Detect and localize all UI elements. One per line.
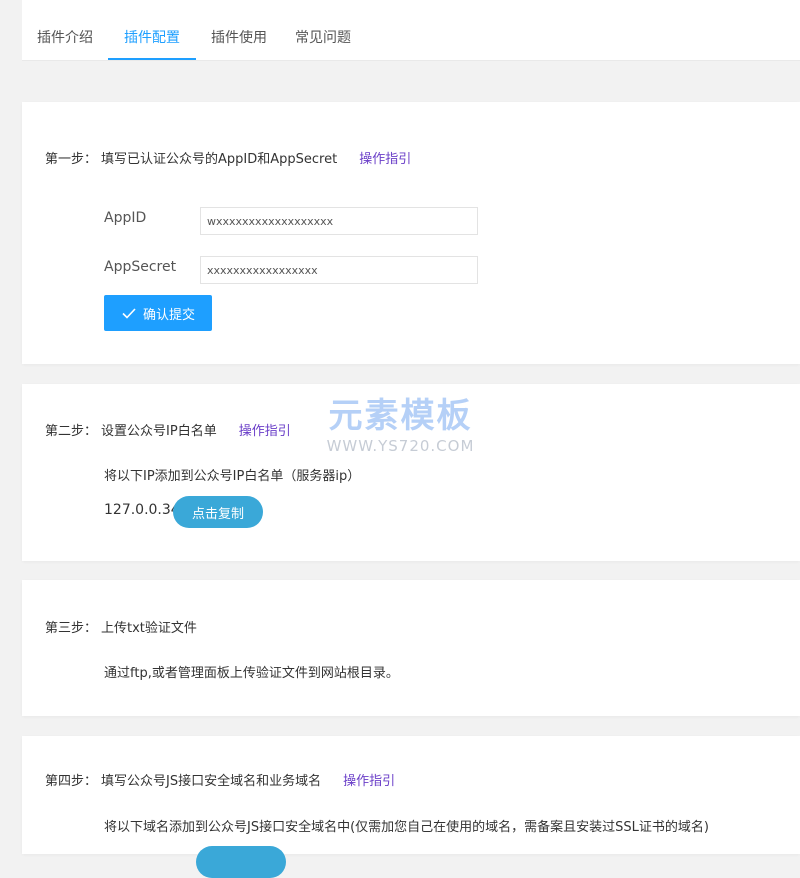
tab-bar: 插件介绍 插件配置 插件使用 常见问题 [22,0,800,61]
step1-heading: 第一步： 填写已认证公众号的AppID和AppSecret 操作指引 [45,148,411,167]
step2-heading: 第二步： 设置公众号IP白名单 操作指引 [45,420,291,439]
step2-label: 第二步： [45,424,98,439]
step1-guide-link[interactable]: 操作指引 [359,152,411,167]
appsecret-label: AppSecret [104,259,177,275]
step4-description: 将以下域名添加到公众号JS接口安全域名中(仅需加您自己在使用的域名，需备案且安装… [104,820,709,835]
tab-plugin-config[interactable]: 插件配置 [108,0,196,60]
step3-heading: 第三步： 上传txt验证文件 [45,617,197,636]
server-ip: 127.0.0.34 [104,502,180,518]
appid-label: AppID [104,210,147,226]
step2-guide-link[interactable]: 操作指引 [239,424,291,439]
appsecret-input[interactable] [200,256,478,284]
copy-ip-button[interactable]: 点击复制 [173,496,263,528]
step1-label: 第一步： [45,152,98,167]
step1-text: 填写已认证公众号的AppID和AppSecret [101,152,338,167]
step4-label: 第四步： [45,774,98,789]
step4-card: 第四步： 填写公众号JS接口安全域名和业务域名 操作指引 将以下域名添加到公众号JS… [22,736,800,878]
tab-plugin-intro[interactable]: 插件介绍 [22,0,108,58]
step3-label: 第三步： [45,621,98,636]
tab-faq[interactable]: 常见问题 [288,0,358,58]
submit-button-label: 确认提交 [142,307,195,323]
step3-text: 上传txt验证文件 [101,621,197,636]
appid-input[interactable] [200,207,478,235]
step4-text: 填写公众号JS接口安全域名和业务域名 [101,774,322,789]
tab-plugin-usage[interactable]: 插件使用 [198,0,280,58]
step4-guide-link[interactable]: 操作指引 [343,774,395,789]
step3-description: 通过ftp,或者管理面板上传验证文件到网站根目录。 [104,666,399,681]
step4-copy-button[interactable] [196,846,286,878]
step2-description: 将以下IP添加到公众号IP白名单（服务器ip） [104,469,361,484]
step2-text: 设置公众号IP白名单 [101,424,217,439]
step3-card: 第三步： 上传txt验证文件 通过ftp,或者管理面板上传验证文件到网站根目录。 [22,580,800,716]
check-icon [122,308,136,319]
step4-heading: 第四步： 填写公众号JS接口安全域名和业务域名 操作指引 [45,770,395,789]
step2-card: 第二步： 设置公众号IP白名单 操作指引 将以下IP添加到公众号IP白名单（服务器i… [22,384,800,561]
submit-button[interactable]: 确认提交 [104,295,212,331]
step1-card: 第一步：填写已认证公众号的AppID和AppSecret 操作指引 AppID A… [22,102,800,364]
